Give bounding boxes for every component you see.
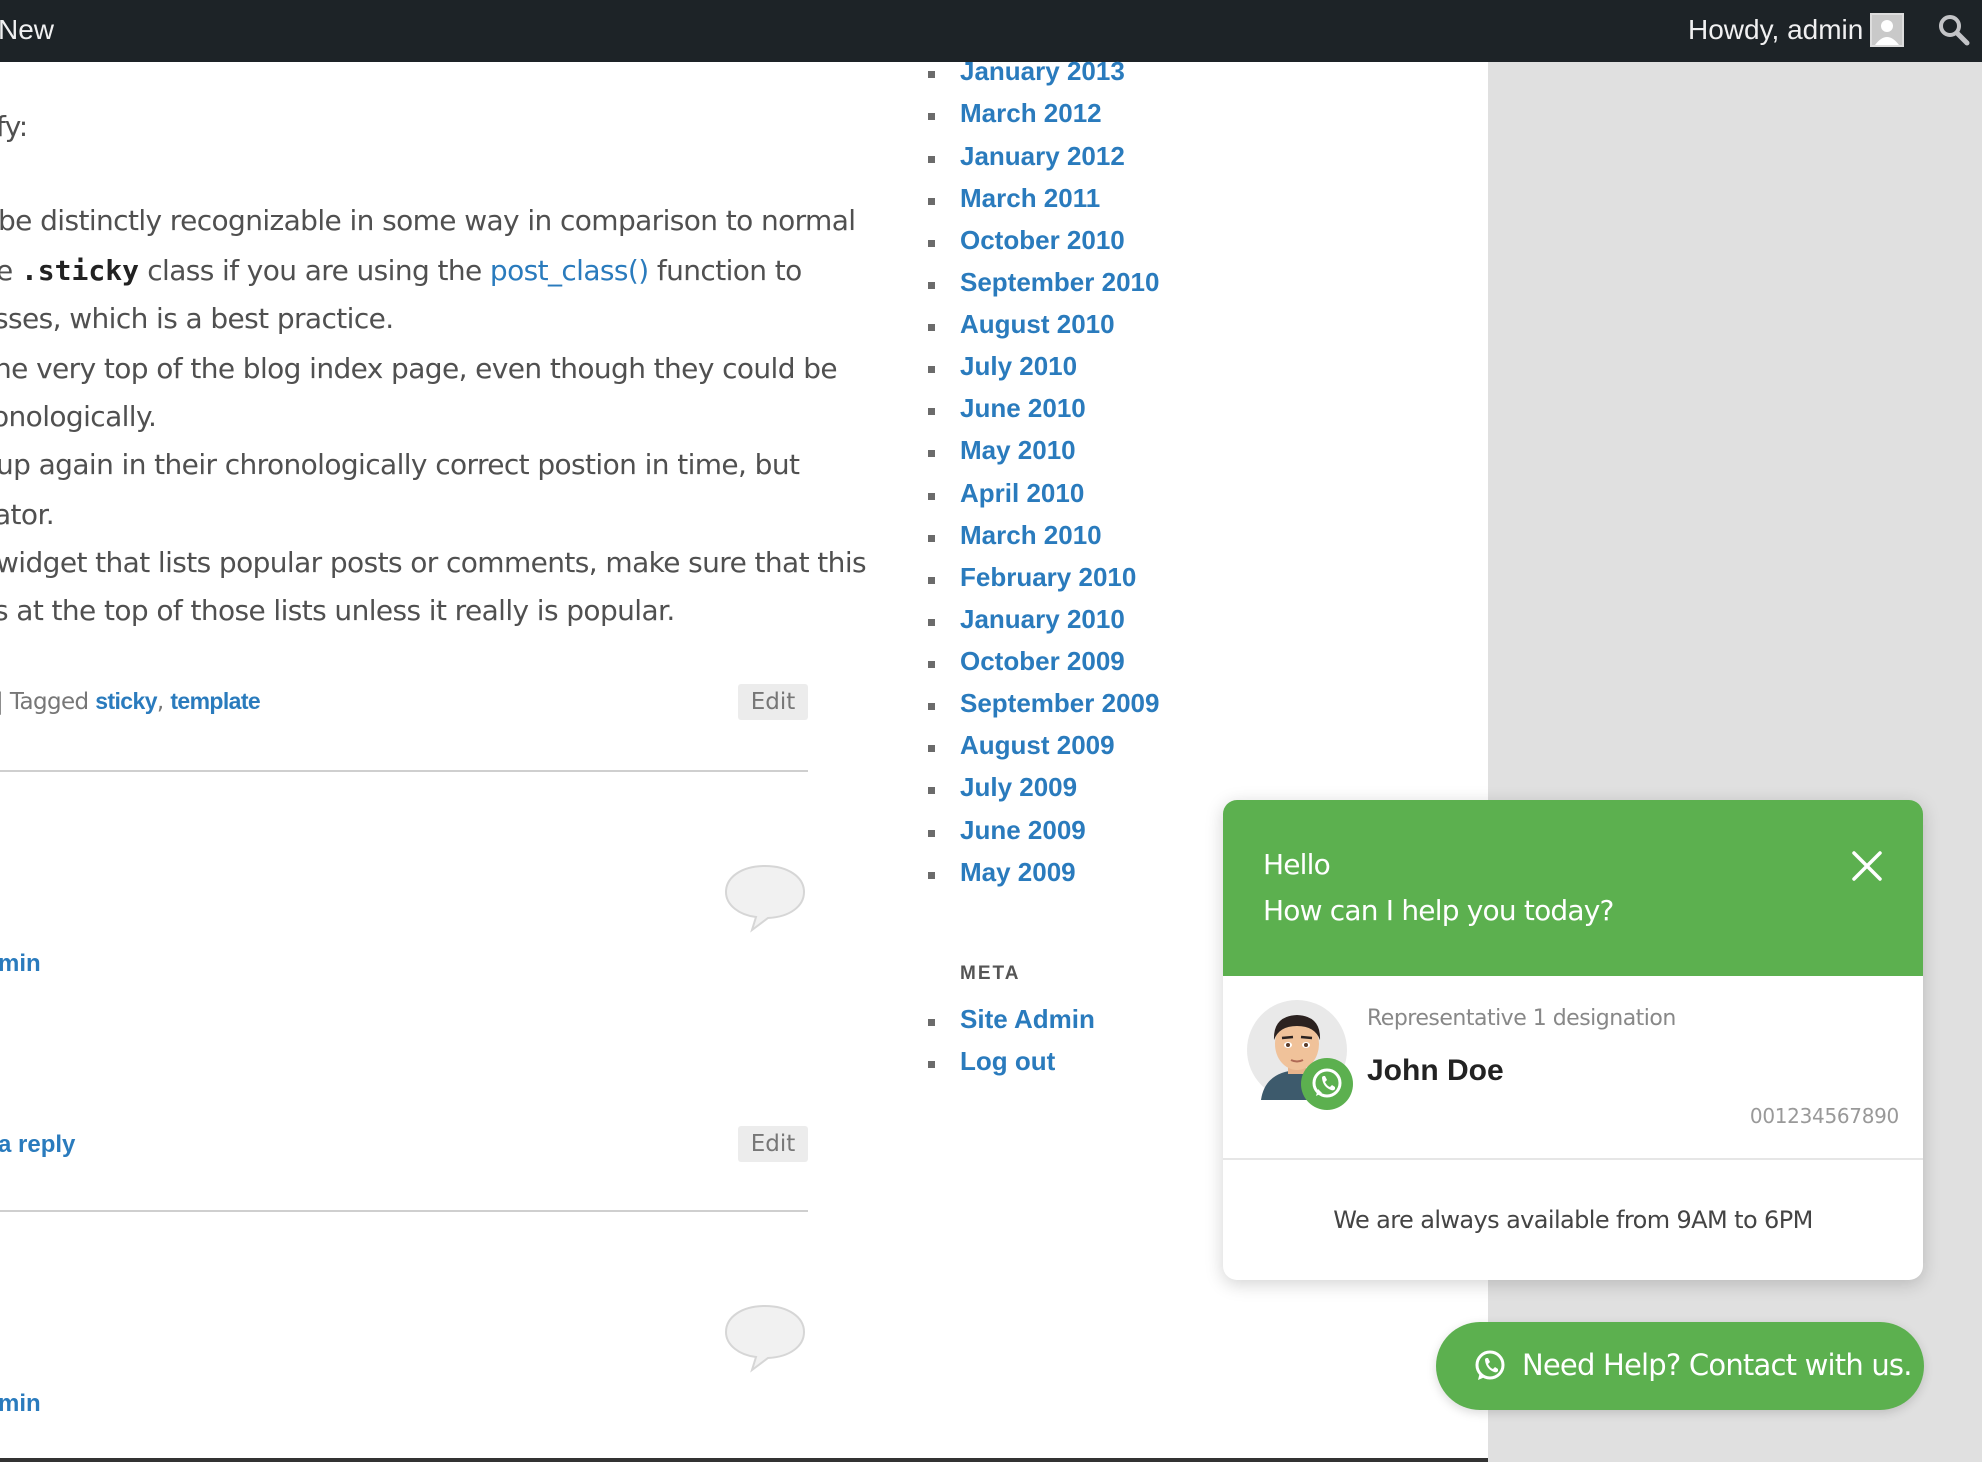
post-text-line: be distinctly recognizable in some way i… [0,204,856,237]
comment-bubble-icon[interactable] [722,862,808,934]
archive-link[interactable]: August 2009 [960,730,1115,761]
archive-link[interactable]: March 2012 [960,98,1102,129]
archive-link[interactable]: September 2010 [960,267,1159,298]
post-text-line: he very top of the blog index page, even… [0,352,838,385]
archive-link[interactable]: October 2010 [960,225,1125,256]
agent-phone: 001234567890 [1749,1104,1899,1128]
sticky-class-code: .sticky [20,254,139,287]
list-bullet [928,240,935,247]
archive-link[interactable]: August 2010 [960,309,1115,340]
list-bullet [928,450,935,457]
archive-link[interactable]: September 2009 [960,688,1159,719]
archive-link[interactable]: July 2010 [960,351,1077,382]
archive-link[interactable]: March 2010 [960,520,1102,551]
list-bullet [928,71,935,78]
archive-link[interactable]: January 2010 [960,604,1125,635]
post-text-line: sses, which is a best practice. [0,302,394,335]
list-bullet [928,282,935,289]
user-avatar-icon[interactable] [1870,13,1904,47]
archive-link[interactable]: February 2010 [960,562,1136,593]
post-text-line: fy: [0,110,28,143]
log-out-link[interactable]: Log out [960,1046,1055,1077]
whatsapp-icon [1472,1348,1508,1384]
post-text-line: e .sticky class if you are using the pos… [0,254,802,287]
availability-text: We are always available from 9AM to 6PM [1333,1206,1813,1234]
comment-bubble-icon[interactable] [722,1302,808,1374]
list-bullet [928,703,935,710]
meta-widget-title: META [960,963,1021,984]
archive-link[interactable]: June 2010 [960,393,1086,424]
list-bullet [928,1061,935,1068]
archive-link[interactable]: March 2011 [960,183,1100,214]
post-class-link[interactable]: post_class() [490,254,649,287]
leave-reply-link[interactable]: a reply [0,1131,75,1159]
chat-divider [1223,1158,1923,1160]
need-help-label: Need Help? Contact with us. [1522,1348,1912,1382]
list-bullet [928,872,935,879]
list-bullet [928,535,935,542]
agent-name: John Doe [1367,1054,1504,1087]
list-bullet [928,619,935,626]
archive-link[interactable]: June 2009 [960,815,1086,846]
new-menu-item[interactable]: New [0,14,54,46]
list-bullet [928,156,935,163]
whatsapp-icon [1301,1058,1353,1110]
archive-link[interactable]: April 2010 [960,478,1084,509]
archive-link[interactable]: January 2013 [960,56,1125,87]
list-bullet [928,366,935,373]
archive-link[interactable]: July 2009 [960,772,1077,803]
list-bullet [928,830,935,837]
tag-template-link[interactable]: template [170,688,260,714]
need-help-button[interactable]: Need Help? Contact with us. [1436,1322,1924,1410]
whatsapp-chat-popup: Hello How can I help you today? Represen… [1223,800,1923,1280]
site-admin-link[interactable]: Site Admin [960,1004,1095,1035]
page-bottom-border [0,1458,1488,1462]
edit-button[interactable]: Edit [738,1126,808,1162]
post-text-line: ator. [0,498,55,531]
list-bullet [928,198,935,205]
list-bullet [928,661,935,668]
list-bullet [928,745,935,752]
archive-link[interactable]: January 2012 [960,141,1125,172]
agent-designation: Representative 1 designation [1367,1006,1676,1031]
admin-bar: New Howdy, admin [0,0,1982,62]
author-link[interactable]: min [0,950,41,978]
close-icon[interactable] [1851,850,1883,882]
tag-sticky-link[interactable]: sticky [95,688,157,714]
list-bullet [928,1019,935,1026]
archive-link[interactable]: May 2010 [960,435,1076,466]
chat-header: Hello How can I help you today? [1223,800,1923,976]
tagged-label: | Tagged sticky, template [0,688,261,715]
post-text-line: widget that lists popular posts or comme… [0,546,867,579]
post-divider [0,770,808,772]
howdy-user-menu[interactable]: Howdy, admin [1688,14,1863,46]
list-bullet [928,113,935,120]
list-bullet [928,493,935,500]
list-bullet [928,324,935,331]
chat-subtitle: How can I help you today? [1263,894,1614,927]
chat-greeting: Hello [1263,848,1331,881]
author-link[interactable]: min [0,1390,41,1418]
search-icon[interactable] [1936,12,1972,48]
list-bullet [928,408,935,415]
edit-button[interactable]: Edit [738,684,808,720]
post-text-line: onologically. [0,400,157,433]
archive-link[interactable]: October 2009 [960,646,1125,677]
post-text-line: s at the top of those lists unless it re… [0,594,675,627]
list-bullet [928,577,935,584]
archive-link[interactable]: May 2009 [960,857,1076,888]
post-divider [0,1210,808,1212]
list-bullet [928,787,935,794]
post-text-line: up again in their chronologically correc… [0,448,800,481]
